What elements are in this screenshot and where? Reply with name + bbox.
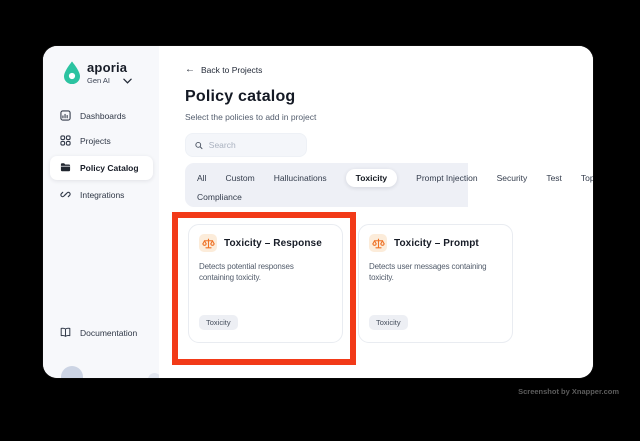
card-tag: Toxicity (369, 315, 408, 330)
workspace-switcher[interactable]: aporia Gen AI (43, 46, 159, 85)
back-link-label: Back to Projects (201, 64, 263, 75)
sidebar-item-policy-catalog[interactable]: Policy Catalog (50, 155, 153, 180)
sidebar-item-label: Projects (80, 135, 111, 146)
brand-name: aporia (87, 60, 128, 75)
filter-row-1: All Custom Hallucinations Toxicity Promp… (197, 168, 593, 188)
chevron-down-icon[interactable] (123, 78, 132, 84)
tab-hallucinations[interactable]: Hallucinations (274, 173, 327, 183)
policy-card-toxicity-prompt[interactable]: Toxicity – Prompt Detects user messages … (358, 224, 513, 343)
tab-test[interactable]: Test (546, 173, 562, 183)
card-title: Toxicity – Prompt (394, 237, 479, 249)
search-icon (195, 141, 203, 149)
dashboards-icon (60, 110, 71, 121)
sidebar-item-label: Policy Catalog (80, 162, 139, 173)
category-filter-bar: All Custom Hallucinations Toxicity Promp… (185, 163, 593, 207)
tab-all[interactable]: All (197, 173, 206, 183)
main-content: ← Back to Projects Policy catalog Select… (159, 46, 593, 378)
filter-row-2: Compliance (197, 188, 468, 206)
page-title: Policy catalog (185, 88, 296, 105)
sidebar-item-label: Documentation (80, 327, 138, 338)
sidebar-item-label: Integrations (80, 189, 125, 200)
link-icon (60, 189, 71, 200)
tab-security[interactable]: Security (497, 173, 528, 183)
back-arrow-icon: ← (185, 63, 195, 75)
app-window: aporia Gen AI Dashboards Projects Policy… (43, 46, 593, 378)
aporia-droplet-icon (64, 61, 80, 84)
workspace-name: Gen AI (87, 76, 110, 85)
search-box[interactable] (185, 133, 307, 157)
tab-custom[interactable]: Custom (225, 173, 254, 183)
sidebar-item-documentation[interactable]: Documentation (43, 327, 159, 338)
user-avatar[interactable] (61, 366, 83, 378)
sidebar-item-projects[interactable]: Projects (43, 131, 159, 151)
sidebar-item-integrations[interactable]: Integrations (43, 185, 159, 205)
card-title: Toxicity – Response (224, 237, 322, 249)
policy-cards: Toxicity – Response Detects potential re… (188, 224, 593, 343)
policy-card-toxicity-response[interactable]: Toxicity – Response Detects potential re… (188, 224, 343, 343)
sidebar: aporia Gen AI Dashboards Projects Policy… (43, 46, 159, 378)
back-to-projects-link[interactable]: ← Back to Projects (185, 64, 593, 75)
book-icon (60, 327, 71, 338)
scales-icon (199, 234, 217, 252)
tab-prompt-injection[interactable]: Prompt Injection (416, 173, 477, 183)
tab-toxicity[interactable]: Toxicity (345, 169, 398, 187)
sidebar-nav: Dashboards Projects Policy Catalog Integ… (43, 106, 159, 205)
card-description: Detects potential responses containing t… (199, 262, 294, 283)
page-subtitle: Select the policies to add in project (185, 112, 317, 122)
sidebar-item-label: Dashboards (80, 110, 126, 121)
search-input[interactable] (208, 140, 297, 150)
projects-grid-icon (60, 135, 71, 146)
card-description: Detects user messages containing toxicit… (369, 262, 487, 283)
folder-icon (60, 162, 71, 173)
sidebar-item-dashboards[interactable]: Dashboards (43, 106, 159, 126)
tab-compliance[interactable]: Compliance (197, 192, 242, 202)
watermark-credit: Screenshot by Xnapper.com (518, 387, 619, 396)
tab-topics[interactable]: Topics (581, 173, 593, 183)
card-tag: Toxicity (199, 315, 238, 330)
scales-icon (369, 234, 387, 252)
